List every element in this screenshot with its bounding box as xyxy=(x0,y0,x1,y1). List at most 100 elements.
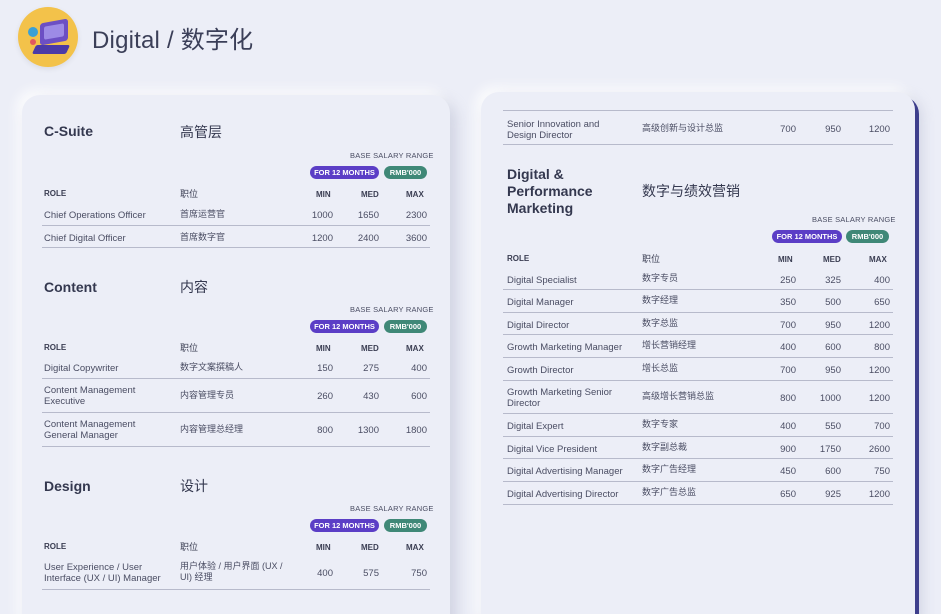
table-row: User Experience / User Interface (UX / U… xyxy=(42,556,430,590)
min-cell: 150 xyxy=(317,363,333,374)
med-cell: 550 xyxy=(825,421,841,432)
months-badge: FOR 12 MONTHS xyxy=(310,320,379,333)
med-cell: 1650 xyxy=(357,210,379,221)
base-salary-range-label: BASE SALARY RANGE xyxy=(350,305,434,314)
max-cell: 650 xyxy=(874,297,890,308)
med-cell: 1000 xyxy=(819,393,841,404)
role-zh-header: 职位 xyxy=(180,542,199,552)
med-cell: 575 xyxy=(363,568,379,579)
table-row: Content Management General Manager 内容管理总… xyxy=(42,413,430,447)
max-cell: 1200 xyxy=(868,365,890,376)
max-cell: 750 xyxy=(411,568,427,579)
min-cell: 250 xyxy=(780,275,796,286)
base-salary-range-label: BASE SALARY RANGE xyxy=(350,504,434,513)
currency-badge: RMB'000 xyxy=(384,519,427,532)
months-badge: FOR 12 MONTHS xyxy=(310,166,379,179)
role-zh-cell: 数字副总裁 xyxy=(642,442,688,452)
base-salary-range-label: BASE SALARY RANGE xyxy=(812,215,896,224)
months-badge: FOR 12 MONTHS xyxy=(310,519,379,532)
table-row: Digital Expert 数字专家 400 550 700 xyxy=(503,414,893,437)
currency-badge: RMB'000 xyxy=(384,320,427,333)
max-cell: 750 xyxy=(874,466,890,477)
section-title-zh: 设计 xyxy=(180,478,208,494)
role-cell: Senior Innovation and Design Director xyxy=(507,119,600,141)
role-zh-cell: 数字总监 xyxy=(642,318,679,328)
med-header: MED xyxy=(361,344,379,353)
med-cell: 2400 xyxy=(357,233,379,244)
role-zh-cell: 数字文案撰稿人 xyxy=(180,362,244,372)
min-cell: 400 xyxy=(780,342,796,353)
min-cell: 450 xyxy=(780,466,796,477)
max-cell: 1200 xyxy=(868,393,890,404)
role-cell: Growth Marketing Senior Director xyxy=(507,387,613,409)
table-row: Digital Vice President 数字副总裁 900 1750 26… xyxy=(503,437,893,459)
min-cell: 400 xyxy=(317,568,333,579)
role-zh-header: 职位 xyxy=(642,254,661,264)
med-cell: 925 xyxy=(825,489,841,500)
med-cell: 950 xyxy=(825,365,841,376)
section-title: Digital & Performance Marketing xyxy=(507,166,593,216)
table-row: Growth Marketing Manager 增长营销经理 400 600 … xyxy=(503,335,893,358)
base-salary-range-label: BASE SALARY RANGE xyxy=(350,151,434,160)
med-cell: 600 xyxy=(825,342,841,353)
med-header: MED xyxy=(361,543,379,552)
role-header: ROLE xyxy=(44,189,67,198)
role-cell: Digital Copywriter xyxy=(44,363,119,374)
role-zh-cell: 首席数字官 xyxy=(180,232,226,242)
role-zh-header: 职位 xyxy=(180,343,199,353)
max-cell: 1200 xyxy=(868,320,890,331)
role-zh-cell: 数字专家 xyxy=(642,419,679,429)
role-zh-cell: 增长营销经理 xyxy=(642,340,697,350)
page-header: Digital / 数字化 xyxy=(18,6,253,68)
section-title: C-Suite xyxy=(44,123,93,139)
left-salary-card: C-Suite 高管层 BASE SALARY RANGE FOR 12 MON… xyxy=(22,95,450,614)
page-title: Digital / 数字化 xyxy=(92,26,254,54)
min-cell: 650 xyxy=(780,489,796,500)
role-zh-cell: 高级增长营销总监 xyxy=(642,391,715,401)
role-zh-cell: 数字专员 xyxy=(642,273,679,283)
max-cell: 2600 xyxy=(868,444,890,455)
role-cell: Digital Advertising Director xyxy=(507,489,619,500)
min-header: MIN xyxy=(316,543,331,552)
section-title: Design xyxy=(44,478,91,494)
min-cell: 1200 xyxy=(311,233,333,244)
max-cell: 800 xyxy=(874,342,890,353)
med-header: MED xyxy=(823,255,841,264)
min-cell: 350 xyxy=(780,297,796,308)
med-header: MED xyxy=(361,190,379,199)
role-zh-cell: 高级创新与设计总监 xyxy=(642,123,724,133)
max-header: MAX xyxy=(406,344,424,353)
max-header: MAX xyxy=(869,255,887,264)
role-zh-cell: 增长总监 xyxy=(642,363,679,373)
digital-laptop-icon xyxy=(18,7,78,67)
table-row: Content Management Executive 内容管理专员 260 … xyxy=(42,379,430,413)
med-cell: 325 xyxy=(825,275,841,286)
role-zh-cell: 内容管理专员 xyxy=(180,390,235,400)
role-zh-cell: 数字广告总监 xyxy=(642,487,697,497)
min-cell: 1000 xyxy=(311,210,333,221)
table-row: Growth Marketing Senior Director 高级增长营销总… xyxy=(503,381,893,414)
currency-badge: RMB'000 xyxy=(846,230,889,243)
role-cell: Growth Marketing Manager xyxy=(507,342,623,353)
max-header: MAX xyxy=(406,190,424,199)
max-cell: 1200 xyxy=(868,489,890,500)
role-cell: Digital Vice President xyxy=(507,444,598,455)
max-cell: 700 xyxy=(874,421,890,432)
table-row: Digital Advertising Director 数字广告总监 650 … xyxy=(503,482,893,505)
role-cell: Chief Operations Officer xyxy=(44,210,146,221)
table-row: Growth Director 增长总监 700 950 1200 xyxy=(503,358,893,381)
med-cell: 275 xyxy=(363,363,379,374)
section-title-zh: 高管层 xyxy=(180,124,222,140)
section-title-zh: 数字与绩效营销 xyxy=(642,183,740,199)
role-cell: Chief Digital Officer xyxy=(44,233,126,244)
table-row: Digital Director 数字总监 700 950 1200 xyxy=(503,313,893,335)
min-header: MIN xyxy=(316,344,331,353)
min-header: MIN xyxy=(778,255,793,264)
min-cell: 260 xyxy=(317,391,333,402)
section-title: Content xyxy=(44,279,97,295)
table-row: Digital Specialist 数字专员 250 325 400 xyxy=(503,268,893,290)
table-row: Digital Manager 数字经理 350 500 650 xyxy=(503,290,893,313)
max-cell: 2300 xyxy=(405,210,427,221)
role-zh-cell: 内容管理总经理 xyxy=(180,424,244,434)
max-cell: 400 xyxy=(874,275,890,286)
